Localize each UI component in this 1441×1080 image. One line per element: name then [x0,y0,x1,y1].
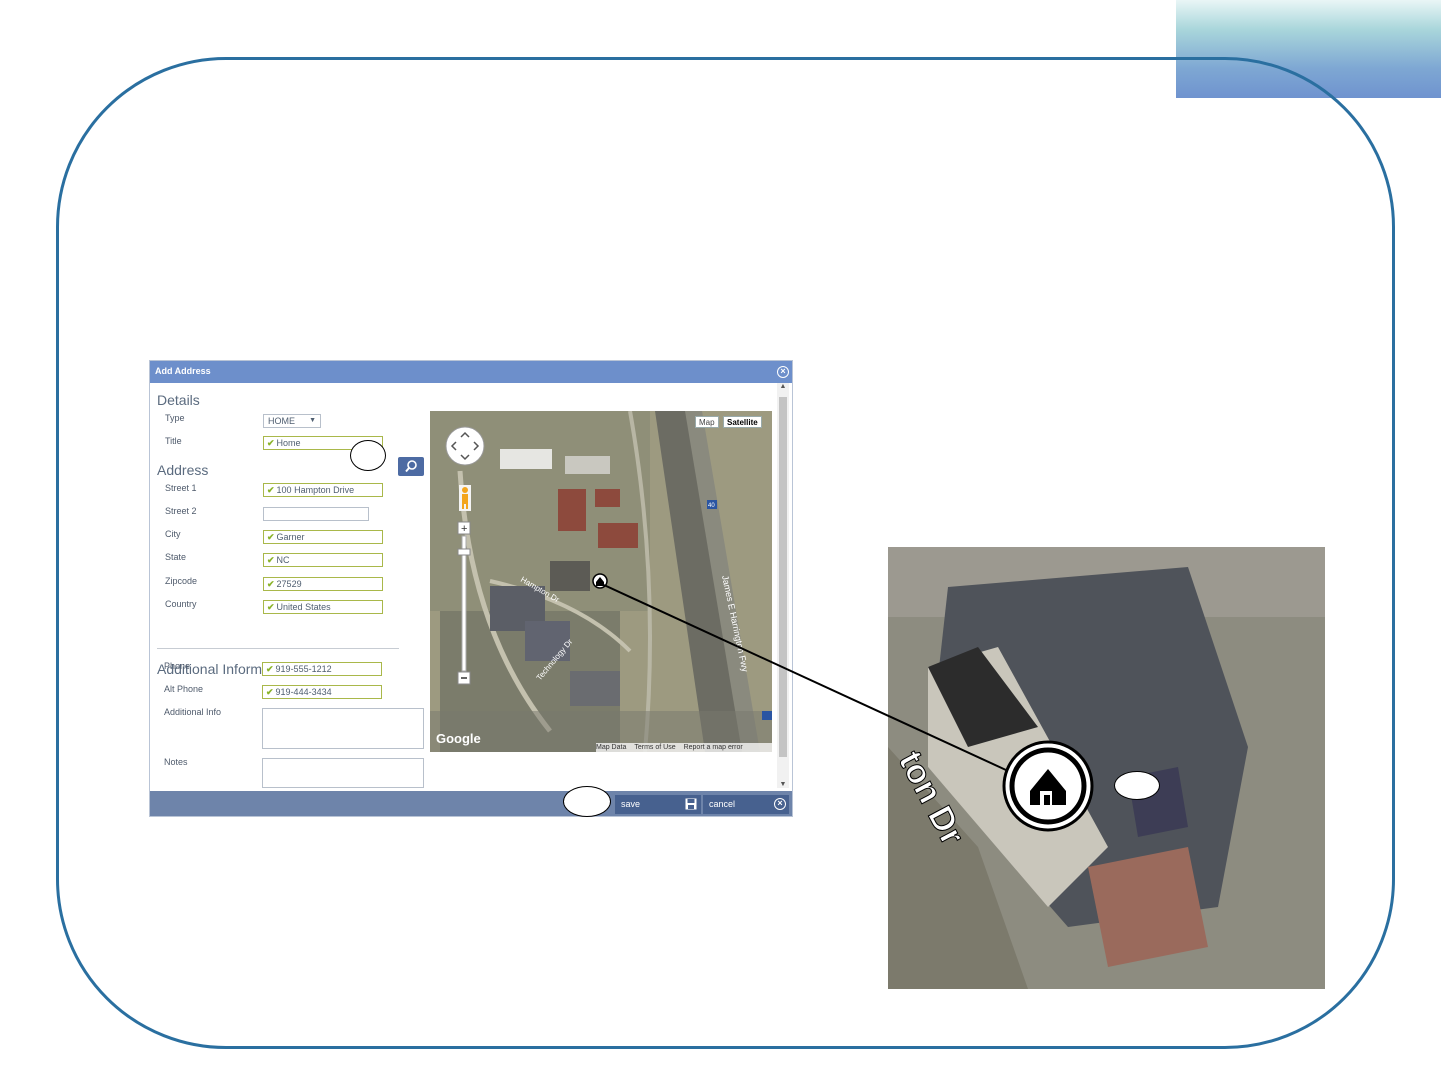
dialog-header: Add Address × [150,361,792,383]
zipcode-label: Zipcode [165,576,198,586]
state-value: NC [276,555,290,565]
dialog-footer: save cancel × [150,791,792,816]
pan-control-icon[interactable] [444,425,486,467]
street2-field[interactable] [263,507,369,521]
cancel-button[interactable]: cancel × [703,795,789,814]
check-icon: ✔ [267,438,275,448]
map-data-link[interactable]: Map Data [596,744,626,751]
alt-phone-field[interactable]: ✔ 919-444-3434 [262,685,382,699]
annotation-circle-search [350,440,386,471]
cancel-label: cancel [709,799,736,809]
street1-field[interactable]: ✔ 100 Hampton Drive [263,483,383,497]
interstate-shield-label: 40 [708,503,715,509]
street-view-pegman-icon[interactable] [459,485,471,511]
state-field[interactable]: ✔ NC [263,553,383,567]
type-value: HOME [268,416,295,426]
map-footer: Map Data Terms of Use Report a map error [596,743,772,752]
country-field[interactable]: ✔ United States [263,600,383,614]
zoom-inset: ton Dr [888,547,1325,989]
annotation-circle-marker [1114,771,1160,800]
dialog-scrollbar[interactable]: ▲ ▼ [777,383,789,788]
zipcode-field[interactable]: ✔ 27529 [263,577,383,591]
phone-value: 919-555-1212 [275,664,332,674]
additional-info-textarea[interactable] [262,708,424,749]
check-icon: ✔ [267,485,275,495]
map-type-map-button[interactable]: Map [695,416,719,428]
state-label: State [165,552,187,562]
notes-textarea[interactable] [262,758,424,788]
search-button[interactable] [398,457,424,476]
notes-label: Notes [164,757,188,767]
check-icon: ✔ [267,532,275,542]
street1-label: Street 1 [165,483,197,493]
scroll-up-arrow-icon[interactable]: ▲ [777,383,789,390]
city-value: Garner [276,532,305,542]
phone-label: Phone [164,661,191,671]
check-icon: ✔ [267,579,275,589]
floppy-disk-icon [685,798,697,810]
cancel-icon: × [774,798,786,810]
scroll-thumb[interactable] [779,397,787,757]
svg-text:+: + [461,523,467,535]
city-field[interactable]: ✔ Garner [263,530,383,544]
section-details: Details [157,392,200,408]
zoomed-satellite-imagery: ton Dr [888,547,1325,989]
scroll-down-arrow-icon[interactable]: ▼ [777,781,789,788]
phone-field[interactable]: ✔ 919-555-1212 [262,662,382,676]
section-address: Address [157,462,209,478]
street2-label: Street 2 [165,506,197,516]
check-icon: ✔ [266,664,274,674]
map-view[interactable]: Hampton Dr Technology Dr James E Harring… [430,411,772,752]
check-icon: ✔ [266,687,274,697]
country-label: Country [165,599,197,609]
check-icon: ✔ [267,602,275,612]
country-value: United States [276,602,331,612]
zoom-slider[interactable]: + [457,521,473,687]
city-label: City [165,529,181,539]
additional-info-label: Additional Info [164,707,222,717]
map-type-satellite-button[interactable]: Satellite [723,416,762,428]
street1-value: 100 Hampton Drive [276,485,355,495]
zipcode-value: 27529 [276,579,302,589]
save-label: save [621,799,641,809]
dialog-title: Add Address [155,366,211,376]
alt-phone-label: Alt Phone [164,684,204,694]
annotation-circle-save [563,786,611,817]
google-logo: Google [436,731,481,746]
type-label: Type [165,413,185,423]
close-icon[interactable]: × [777,366,789,378]
check-icon: ✔ [267,555,275,565]
title-label: Title [165,436,182,446]
report-error-link[interactable]: Report a map error [684,744,743,751]
title-value: Home [276,438,301,448]
alt-phone-value: 919-444-3434 [275,687,332,697]
terms-link[interactable]: Terms of Use [634,744,675,751]
magnifier-icon [405,460,417,473]
section-divider [157,648,399,649]
dropdown-arrow-icon: ▼ [309,417,316,424]
save-button[interactable]: save [615,795,701,814]
type-select[interactable]: HOME ▼ [263,414,321,428]
